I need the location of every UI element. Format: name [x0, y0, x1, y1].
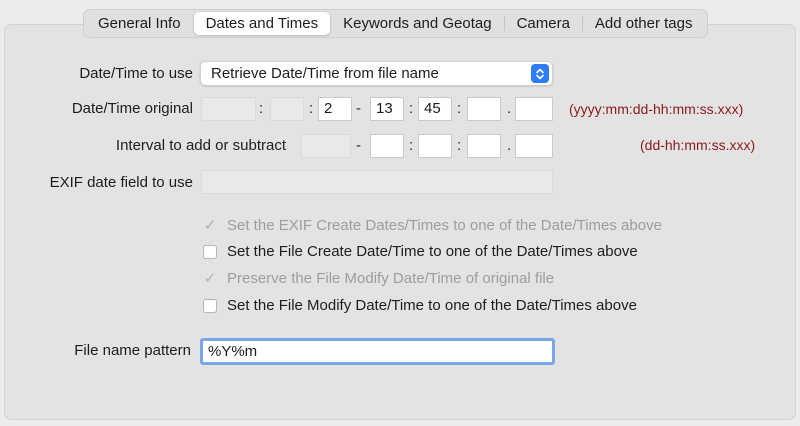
tab-dates-and-times[interactable]: Dates and Times	[193, 12, 331, 35]
separator: :	[409, 137, 414, 154]
checkmark-icon: ✓	[203, 216, 217, 234]
separator: :	[457, 100, 462, 117]
original-hour-field[interactable]: 13	[370, 97, 404, 121]
set-file-modify-checkbox[interactable]: Set the File Modify Date/Time to one of …	[203, 297, 637, 314]
original-minute-field[interactable]: 45	[418, 97, 452, 121]
tab-bar: General Info Dates and Times Keywords an…	[83, 9, 708, 38]
file-name-pattern-label: File name pattern	[74, 342, 191, 359]
original-second-field[interactable]	[467, 97, 501, 121]
separator: -	[356, 100, 361, 117]
datetime-source-select[interactable]: Retrieve Date/Time from file name	[200, 61, 553, 86]
checkbox-label: Set the EXIF Create Dates/Times to one o…	[227, 217, 662, 234]
interval-label: Interval to add or subtract	[115, 137, 286, 154]
tab-add-other-tags[interactable]: Add other tags	[583, 12, 705, 35]
checkbox-label: Preserve the File Modify Date/Time of or…	[227, 270, 555, 287]
tab-camera[interactable]: Camera	[505, 12, 582, 35]
exif-date-field-input[interactable]	[201, 170, 553, 194]
datetime-to-use-label: Date/Time to use	[79, 65, 193, 82]
checkbox-label: Set the File Modify Date/Time to one of …	[227, 297, 637, 314]
interval-format-hint: (dd-hh:mm:ss.xxx)	[640, 137, 756, 153]
original-millisecond-field[interactable]	[515, 97, 553, 121]
separator: :	[309, 100, 314, 117]
original-day-field[interactable]: 2	[318, 97, 352, 121]
datetime-original-label: Date/Time original	[71, 100, 193, 117]
checkbox-box	[203, 244, 217, 259]
original-month-field[interactable]	[270, 97, 304, 121]
interval-days-field[interactable]	[301, 134, 351, 158]
file-name-pattern-input[interactable]: %Y%m	[200, 338, 555, 365]
datetime-source-value: Retrieve Date/Time from file name	[211, 65, 439, 82]
datetime-format-hint: (yyyy:mm:dd-hh:mm:ss.xxx)	[569, 101, 744, 117]
separator: :	[259, 100, 264, 117]
separator: .	[507, 137, 512, 154]
set-file-create-checkbox[interactable]: Set the File Create Date/Time to one of …	[203, 243, 638, 260]
tab-keywords-and-geotag[interactable]: Keywords and Geotag	[331, 12, 503, 35]
interval-hours-field[interactable]	[370, 134, 404, 158]
interval-minutes-field[interactable]	[418, 134, 452, 158]
preserve-file-modify-checkbox[interactable]: ✓ Preserve the File Modify Date/Time of …	[203, 270, 554, 287]
original-year-field[interactable]	[201, 97, 256, 121]
separator: :	[409, 100, 414, 117]
tab-general-info[interactable]: General Info	[86, 12, 193, 35]
interval-milliseconds-field[interactable]	[515, 134, 553, 158]
separator: :	[457, 137, 462, 154]
checkbox-label: Set the File Create Date/Time to one of …	[227, 243, 638, 260]
interval-seconds-field[interactable]	[467, 134, 501, 158]
checkmark-icon: ✓	[203, 269, 217, 287]
exif-date-field-label: EXIF date field to use	[49, 174, 193, 191]
checkbox-box	[203, 298, 217, 313]
set-exif-create-checkbox[interactable]: ✓ Set the EXIF Create Dates/Times to one…	[203, 217, 662, 234]
separator: -	[356, 137, 361, 154]
chevron-updown-icon	[531, 64, 549, 83]
separator: .	[507, 100, 512, 117]
